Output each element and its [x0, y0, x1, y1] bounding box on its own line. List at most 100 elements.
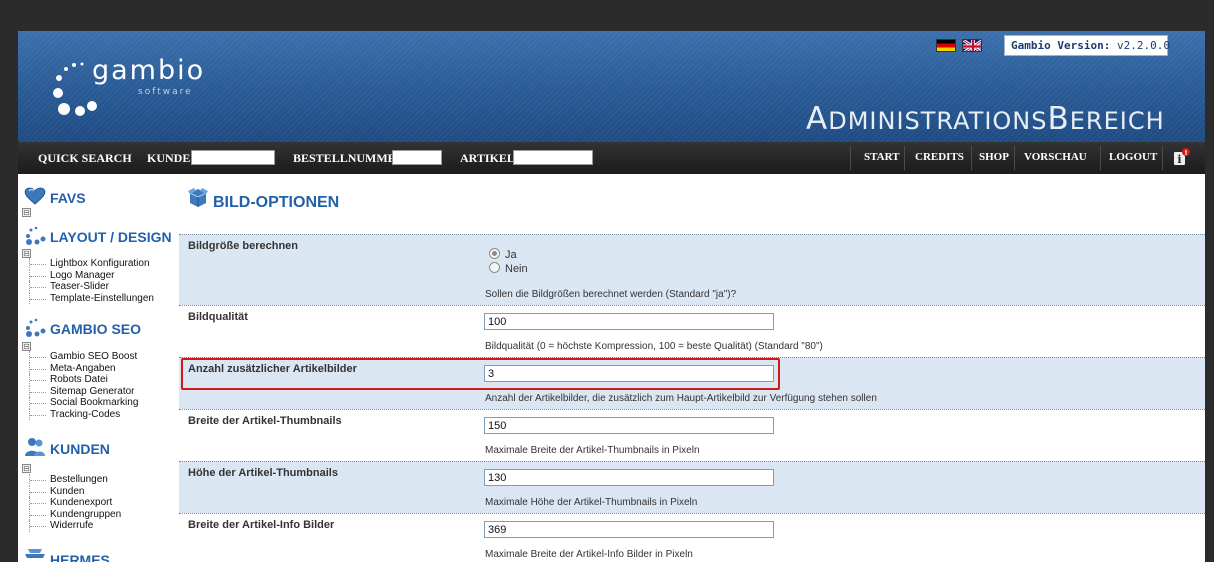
radio-selected-icon [489, 248, 500, 259]
nav-divider [1100, 146, 1101, 170]
setting-label: Bildqualität [188, 311, 248, 323]
gambio-dots-icon [26, 226, 46, 245]
sidebar-item-kunden[interactable]: Kunden [27, 485, 121, 498]
setting-label: Breite der Artikel-Thumbnails [188, 415, 342, 427]
collapse-toggle-icon[interactable]: ⊟ [22, 342, 31, 351]
setting-label: Bildgröße berechnen [188, 240, 299, 252]
nav-divider [1162, 146, 1163, 170]
setting-description: Anzahl der Artikelbilder, die zusätzlich… [485, 393, 877, 404]
box-icon [188, 188, 208, 207]
setting-description: Maximale Breite der Artikel-Info Bilder … [485, 549, 693, 560]
sidebar-item-widerrufe[interactable]: Widerrufe [27, 520, 121, 532]
layout-menu-list: Lightbox Konfiguration Logo Manager Teas… [27, 258, 154, 304]
quick-search-toolbar: QUICK SEARCH KUNDE: BESTELLNUMMER: ARTIK… [18, 142, 1205, 174]
flag-de-icon[interactable] [936, 39, 956, 52]
setting-description: Maximale Breite der Artikel-Thumbnails i… [485, 445, 700, 456]
info-notification-icon[interactable]: i ! [1172, 148, 1190, 166]
radio-unselected-icon [489, 262, 500, 273]
version-box: Gambio Version: v2.2.0.0 [1004, 35, 1170, 56]
setting-label: Höhe der Artikel-Thumbnails [188, 467, 338, 479]
version-label: Gambio Version: [1011, 39, 1111, 52]
sidebar-item-robots-datei[interactable]: Robots Datei [27, 374, 138, 386]
sidebar-item-social-bookmarking[interactable]: Social Bookmarking [27, 397, 138, 409]
admin-title: ADMINISTRATIONSBEREICH [806, 101, 1165, 137]
sidebar-item-bestellungen[interactable]: Bestellungen [27, 474, 121, 486]
seo-menu-list: Gambio SEO Boost Meta-Angaben Robots Dat… [27, 351, 138, 420]
setting-description: Sollen die Bildgrößen berechnet werden (… [485, 289, 737, 300]
svg-text:!: ! [1184, 149, 1187, 157]
radio-ja[interactable]: Ja [489, 248, 517, 261]
sidebar-item-sitemap-generator[interactable]: Sitemap Generator [27, 385, 138, 398]
radio-nein[interactable]: Nein [489, 262, 528, 275]
kunde-search-input[interactable] [191, 150, 275, 165]
sidebar-heading-hermes: HERMES [50, 552, 110, 562]
header-banner: gambio software Gambio Version: v2.2.0.0… [18, 31, 1205, 142]
collapse-toggle-icon[interactable]: ⊟ [22, 208, 31, 217]
admin-title-initial-a: A [806, 101, 829, 137]
admin-title-part-2: EREICH [1069, 107, 1165, 135]
nav-divider [850, 146, 851, 170]
setting-description: Bildqualität (0 = höchste Kompression, 1… [485, 341, 823, 352]
admin-title-initial-b: B [1047, 101, 1070, 137]
sidebar-heading-favs: FAVS [50, 190, 86, 206]
collapse-toggle-icon[interactable]: ⊟ [22, 464, 31, 473]
nav-divider [971, 146, 972, 170]
page-title-text: BILD-OPTIONEN [213, 194, 340, 211]
logo-dots-icon [53, 62, 97, 116]
breite-info-bilder-input[interactable] [484, 521, 774, 538]
setting-row-anzahl-artikelbilder: Anzahl zusätzlicher Artikelbilder Anzahl… [179, 357, 1205, 409]
hoehe-thumbnails-input[interactable] [484, 469, 774, 486]
admin-title-part-1: DMINISTRATIONS [828, 107, 1048, 135]
artikel-search-input[interactable] [513, 150, 593, 165]
flag-uk-icon[interactable] [962, 39, 982, 52]
gambio-dots-icon [26, 318, 46, 337]
kunde-label: KUNDE: [147, 151, 195, 165]
admin-window: gambio software Gambio Version: v2.2.0.0… [18, 31, 1205, 562]
bestellnummer-search-input[interactable] [392, 150, 442, 165]
sidebar-item-template-einstellungen[interactable]: Template-Einstellungen [27, 292, 154, 305]
quick-search-label: QUICK SEARCH [38, 151, 132, 165]
nav-credits[interactable]: CREDITS [915, 151, 964, 163]
sidebar-heading-layout-design: LAYOUT / DESIGN [50, 229, 172, 245]
nav-vorschau[interactable]: VORSCHAU [1024, 151, 1087, 163]
nav-start[interactable]: START [864, 151, 899, 163]
main-content: BILD-OPTIONEN Bildgröße berechnen Ja Nei… [179, 174, 1205, 562]
logo-wordmark: gambio [92, 55, 206, 86]
kunden-menu-list: Bestellungen Kunden Kundenexport Kundeng… [27, 474, 121, 532]
sidebar-item-teaser-slider[interactable]: Teaser-Slider [27, 281, 154, 293]
nav-logout[interactable]: LOGOUT [1109, 151, 1157, 163]
sidebar-item-tracking-codes[interactable]: Tracking-Codes [27, 408, 138, 421]
gambio-logo[interactable]: gambio software [52, 51, 212, 121]
nav-shop[interactable]: SHOP [979, 151, 1009, 163]
nav-divider [904, 146, 905, 170]
setting-label: Breite der Artikel-Info Bilder [188, 519, 335, 531]
svg-text:i: i [1177, 153, 1181, 166]
nav-divider [1014, 146, 1015, 170]
bildqualitaet-input[interactable] [484, 313, 774, 330]
sidebar-item-logo-manager[interactable]: Logo Manager [27, 269, 154, 282]
breite-thumbnails-input[interactable] [484, 417, 774, 434]
sidebar-item-kundenexport[interactable]: Kundenexport [27, 497, 121, 509]
sidebar: FAVS ⊟ LAYOUT / DESIGN ⊟ Lightbox Konfig… [18, 174, 172, 562]
hermes-icon [25, 549, 45, 558]
setting-row-breite-thumbnails: Breite der Artikel-Thumbnails Maximale B… [179, 409, 1205, 461]
setting-description: Maximale Höhe der Artikel-Thumbnails in … [485, 497, 698, 508]
setting-label: Anzahl zusätzlicher Artikelbilder [188, 363, 357, 375]
radio-label: Nein [505, 263, 528, 275]
version-value: v2.2.0.0 [1116, 39, 1170, 52]
sidebar-heading-gambio-seo: GAMBIO SEO [50, 321, 142, 337]
anzahl-artikelbilder-input[interactable] [484, 365, 774, 382]
sidebar-item-gambio-seo-boost[interactable]: Gambio SEO Boost [27, 351, 138, 363]
setting-row-hoehe-thumbnails: Höhe der Artikel-Thumbnails Maximale Höh… [179, 461, 1205, 513]
setting-row-bildgroesse: Bildgröße berechnen Ja Nein Sollen die B… [179, 234, 1205, 305]
collapse-toggle-icon[interactable]: ⊟ [22, 249, 31, 258]
sidebar-item-lightbox-konfiguration[interactable]: Lightbox Konfiguration [27, 258, 154, 270]
sidebar-heading-kunden: KUNDEN [50, 441, 110, 457]
sidebar-item-kundengruppen[interactable]: Kundengruppen [27, 508, 121, 521]
radio-label: Ja [505, 249, 517, 261]
artikel-label: ARTIKEL: [460, 151, 519, 165]
setting-row-bildqualitaet: Bildqualität Bildqualität (0 = höchste K… [179, 305, 1205, 357]
setting-row-breite-info-bilder: Breite der Artikel-Info Bilder Maximale … [179, 513, 1205, 562]
sidebar-item-meta-angaben[interactable]: Meta-Angaben [27, 362, 138, 375]
logo-subtitle: software [138, 87, 193, 97]
